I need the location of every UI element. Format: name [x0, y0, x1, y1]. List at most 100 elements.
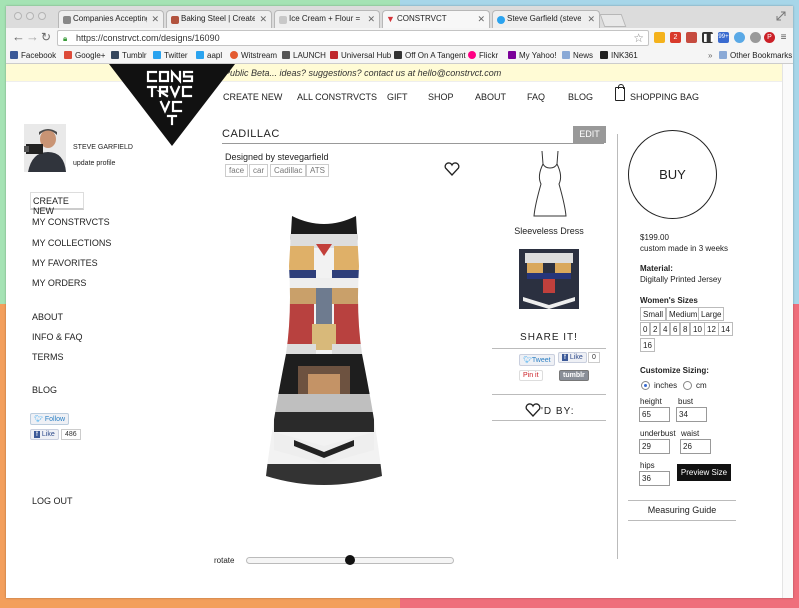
reload-icon[interactable]: ↻	[41, 30, 51, 44]
browser-tab[interactable]: Companies Accepting Onl ✕	[58, 10, 164, 28]
nav-shopping-bag[interactable]: SHOPPING BAG	[630, 92, 699, 102]
bookmark-item[interactable]: News	[562, 51, 593, 60]
extension-icon[interactable]	[654, 32, 665, 43]
size-option[interactable]: 14	[718, 322, 733, 336]
nav-blog[interactable]: BLOG	[568, 92, 593, 102]
nav-create-new[interactable]: CREATE NEW	[223, 92, 282, 102]
dress-outline-icon[interactable]	[533, 150, 567, 218]
sidebar-item-info-faq[interactable]: INFO & FAQ	[32, 332, 83, 342]
pause-icon[interactable]: ❚❚	[702, 32, 715, 43]
size-option[interactable]: 6	[670, 322, 681, 336]
close-tab-icon[interactable]: ✕	[477, 14, 485, 25]
hips-input[interactable]: 36	[639, 471, 670, 486]
size-option[interactable]: 8	[680, 322, 691, 336]
bookmark-item[interactable]: Twitter	[153, 51, 188, 60]
bookmark-item[interactable]: Witstream	[230, 51, 277, 60]
facebook-like-button[interactable]: f Like	[558, 352, 587, 363]
nav-about[interactable]: ABOUT	[475, 92, 506, 102]
minimize-window-light[interactable]	[26, 12, 34, 20]
sidebar-item-my-constrvcts[interactable]: MY CONSTRVCTS	[32, 217, 110, 227]
size-option[interactable]: 0	[640, 322, 651, 336]
size-option[interactable]: Medium	[666, 307, 701, 321]
update-profile-link[interactable]: update profile	[73, 160, 115, 167]
user-name[interactable]: STEVE GARFIELD	[73, 144, 133, 151]
size-option[interactable]: 16	[640, 338, 655, 352]
pinterest-icon[interactable]: P	[764, 32, 775, 43]
bookmark-item[interactable]: Tumblr	[111, 51, 147, 60]
bookmark-item[interactable]: Other Bookmarks	[719, 51, 792, 60]
tag-chip[interactable]: car	[249, 164, 269, 177]
favorite-heart-icon[interactable]	[444, 162, 460, 176]
beta-text[interactable]: Public Beta... ideas? suggestions? conta…	[224, 68, 501, 78]
sidebar-item-my-favorites[interactable]: MY FAVORITES	[32, 258, 98, 268]
bookmark-item[interactable]: Universal Hub	[330, 51, 391, 60]
browser-tab[interactable]: Steve Garfield (stevegarfi ✕	[492, 10, 600, 28]
avatar[interactable]	[24, 124, 66, 172]
bookmarks-overflow-button[interactable]: »	[708, 51, 712, 60]
inches-radio[interactable]	[641, 381, 650, 390]
size-option[interactable]: Small	[640, 307, 667, 321]
nav-gift[interactable]: GIFT	[387, 92, 408, 102]
cm-radio[interactable]	[683, 381, 692, 390]
sidebar-item-my-collections[interactable]: MY COLLECTIONS	[32, 238, 111, 248]
bookmark-item[interactable]: LAUNCH	[282, 51, 326, 60]
constrvct-logo[interactable]	[109, 64, 235, 146]
facebook-like-button[interactable]: f Like	[30, 429, 59, 440]
heart-icon[interactable]	[525, 403, 541, 417]
dress-preview-image[interactable]	[264, 214, 384, 489]
bookmark-item[interactable]: Facebook	[10, 51, 56, 60]
size-option[interactable]: 4	[660, 322, 671, 336]
nav-shop[interactable]: SHOP	[428, 92, 454, 102]
height-input[interactable]: 65	[639, 407, 670, 422]
tweet-button[interactable]: 🐦︎Tweet	[519, 354, 555, 366]
bookmark-item[interactable]: My Yahoo!	[508, 51, 557, 60]
designer-credit[interactable]: Designed by stevegarfield	[225, 152, 329, 162]
bookmark-item[interactable]: aapl	[196, 51, 222, 60]
pin-it-button[interactable]: Pin it	[519, 370, 543, 381]
extension-icon[interactable]	[750, 32, 761, 43]
size-option[interactable]: 10	[690, 322, 705, 336]
tag-chip[interactable]: ATS	[306, 164, 329, 177]
tag-chip[interactable]: face	[225, 164, 249, 177]
twitter-follow-button[interactable]: 🐦︎ Follow	[30, 413, 70, 425]
size-option[interactable]: Large	[698, 307, 725, 321]
logout-link[interactable]: LOG OUT	[32, 496, 73, 506]
preview-size-button[interactable]: Preview Size	[677, 464, 731, 481]
extension-icon[interactable]	[734, 32, 745, 43]
close-tab-icon[interactable]: ✕	[587, 14, 595, 25]
sidebar-item-about[interactable]: ABOUT	[32, 312, 63, 322]
tag-chip[interactable]: Cadillac	[270, 164, 307, 177]
edit-button[interactable]: EDIT	[573, 126, 606, 143]
extension-badge-icon[interactable]: 2	[670, 32, 681, 43]
close-tab-icon[interactable]: ✕	[259, 14, 267, 25]
rotate-slider[interactable]	[246, 555, 454, 565]
browser-tab[interactable]: Ice Cream + Flour = Bread ✕	[274, 10, 380, 28]
browser-tab-active[interactable]: ▼ CONSTRVCT ✕	[382, 10, 490, 28]
fullscreen-icon[interactable]	[776, 11, 786, 21]
close-window-light[interactable]	[14, 12, 22, 20]
address-bar[interactable]: 🔒︎ https://constrvct.com/designs/16090 ☆	[57, 30, 649, 46]
forward-icon[interactable]: →	[26, 30, 39, 44]
size-option[interactable]: 2	[650, 322, 661, 336]
sidebar-item-my-orders[interactable]: MY ORDERS	[32, 278, 86, 288]
bookmark-item[interactable]: Google+	[64, 51, 105, 60]
bookmark-item[interactable]: Off On A Tangent	[394, 51, 466, 60]
menu-icon[interactable]: ≡	[778, 32, 789, 43]
sidebar-item-create-new[interactable]: CREATE NEW	[30, 192, 84, 216]
nav-all-constrvcts[interactable]: ALL CONSTRVCTS	[297, 92, 377, 102]
page-scrollbar[interactable]	[782, 64, 793, 598]
bookmark-item[interactable]: Flickr	[468, 51, 498, 60]
new-tab-button[interactable]	[599, 14, 627, 27]
close-tab-icon[interactable]: ✕	[151, 14, 159, 25]
browser-tab[interactable]: Baking Steel | Create The ✕	[166, 10, 272, 28]
zoom-window-light[interactable]	[38, 12, 46, 20]
close-tab-icon[interactable]: ✕	[367, 14, 375, 25]
extension-icon[interactable]	[686, 32, 697, 43]
sidebar-item-blog[interactable]: BLOG	[32, 385, 57, 395]
bookmark-item[interactable]: INK361	[600, 51, 638, 60]
print-pattern-thumbnail[interactable]	[519, 249, 579, 309]
shopping-bag-icon[interactable]	[615, 84, 625, 101]
underbust-input[interactable]: 29	[639, 439, 670, 454]
tumblr-share-button[interactable]: tumblr	[559, 370, 589, 381]
measuring-guide-link[interactable]: Measuring Guide	[628, 500, 736, 520]
